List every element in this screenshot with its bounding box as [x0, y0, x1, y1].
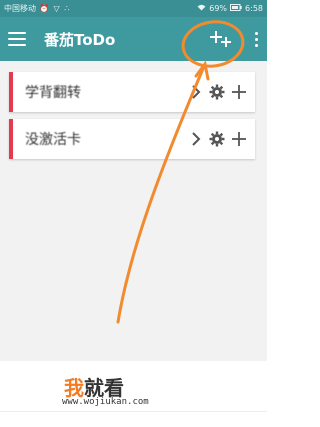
navigation-bar [0, 411, 267, 427]
clock: 6:58 [245, 4, 263, 13]
list-item-name: 学背翻转 [25, 85, 81, 101]
more-options-icon[interactable] [253, 31, 259, 47]
list-item-name: 没激活卡 [25, 132, 81, 148]
app-bar: 番茄ToDo [0, 17, 267, 61]
chevron-right-icon[interactable] [189, 84, 203, 100]
watermark: 我就看 www.wojiukan.com [0, 361, 267, 411]
watermark-url: www.wojiukan.com [62, 397, 149, 407]
list-container: 学背翻转 没激活卡 [0, 61, 267, 361]
gear-icon[interactable] [209, 131, 225, 147]
list-item[interactable]: 没激活卡 [9, 119, 255, 159]
status-bar: 中国移动 ⏰ ▽ ∴ 69% 6:58 [0, 0, 267, 17]
add-list-icon[interactable] [209, 28, 235, 50]
hamburger-menu-icon[interactable] [8, 32, 26, 46]
battery-label: 69% [209, 4, 228, 13]
app-title: 番茄ToDo [44, 30, 116, 49]
carrier-label: 中国移动 [4, 4, 36, 13]
notification-icons: ⏰ ▽ ∴ [39, 4, 71, 13]
wifi-icon [197, 4, 206, 13]
gear-icon[interactable] [209, 84, 225, 100]
add-task-icon[interactable] [231, 131, 247, 147]
list-item[interactable]: 学背翻转 [9, 72, 255, 112]
chevron-right-icon[interactable] [189, 131, 203, 147]
add-task-icon[interactable] [231, 84, 247, 100]
battery-icon [230, 4, 242, 13]
